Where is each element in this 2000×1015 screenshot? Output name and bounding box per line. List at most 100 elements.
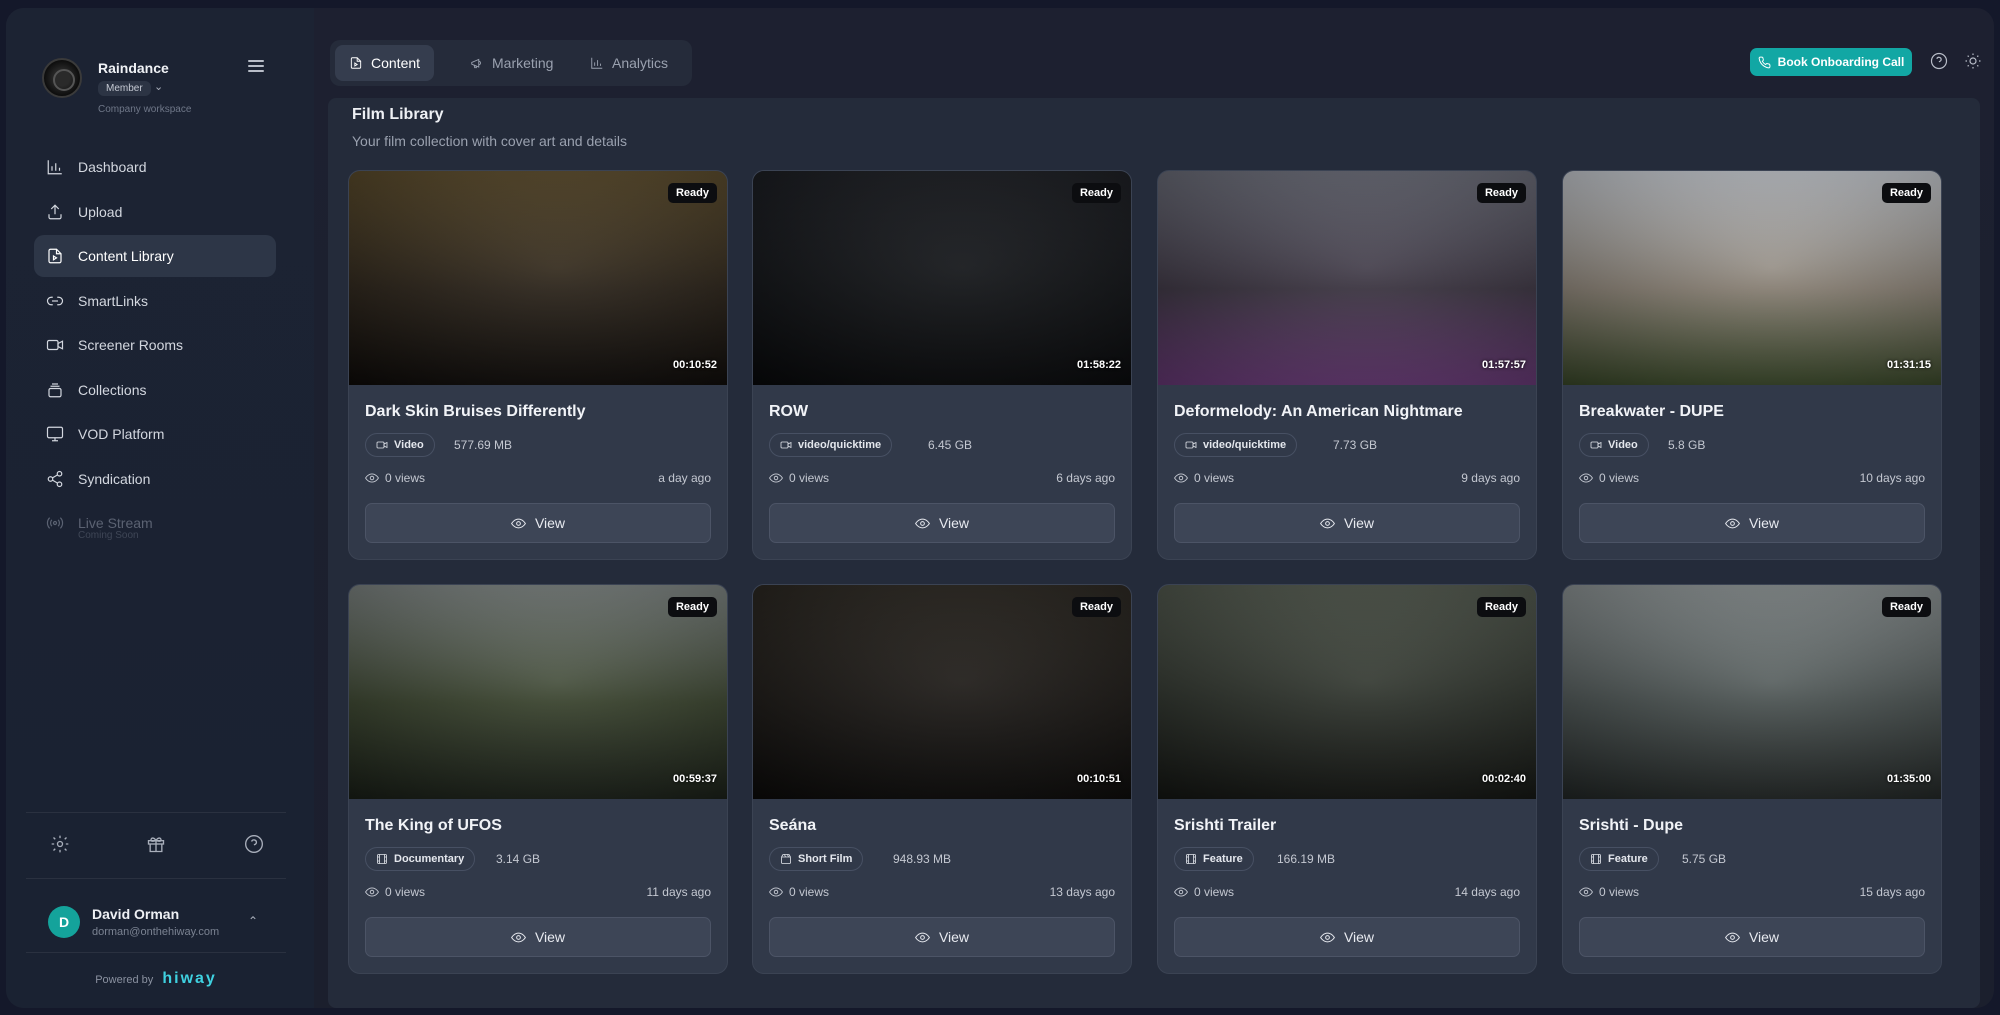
view-button[interactable]: View (769, 917, 1115, 957)
tab-analytics[interactable]: Analytics (576, 45, 682, 81)
film-card[interactable]: Ready 00:02:40 Srishti Trailer Feature 1… (1157, 584, 1537, 974)
film-thumbnail[interactable]: Ready 01:31:15 (1563, 171, 1941, 385)
sidebar-item-label: SmartLinks (78, 292, 149, 309)
view-button[interactable]: View (365, 917, 711, 957)
views-label: 0 views (1194, 885, 1235, 899)
sun-theme-icon[interactable] (1964, 52, 1984, 72)
sidebar-item-vod-platform[interactable]: VOD Platform (34, 413, 276, 455)
sidebar-item-syndication[interactable]: Syndication (34, 458, 276, 500)
sidebar-item-label: Live Stream (78, 515, 153, 531)
sidebar-item-upload[interactable]: Upload (34, 191, 276, 233)
help-circle-icon[interactable] (1930, 52, 1950, 72)
type-chip: Short Film (769, 847, 864, 871)
film-icon (1186, 854, 1196, 864)
status-badge: Ready (1476, 183, 1526, 203)
user-menu[interactable]: D David Orman dorman@onthehiway.com ⌃ (42, 898, 276, 946)
view-button[interactable]: View (1579, 503, 1925, 543)
tab-label: Analytics (612, 55, 669, 71)
sidebar-item-dashboard[interactable]: Dashboard (34, 146, 276, 188)
top-tabs: Content Marketing Analytics (330, 40, 692, 86)
divider (26, 952, 286, 953)
sidebar-item-content-library[interactable]: Content Library (34, 235, 276, 277)
tab-content[interactable]: Content (335, 45, 435, 81)
view-button[interactable]: View (1174, 503, 1520, 543)
sidebar-item-screener-rooms[interactable]: Screener Rooms (34, 324, 276, 366)
film-thumbnail[interactable]: Ready 00:10:52 (349, 171, 727, 385)
upload-age: 14 days ago (1454, 885, 1520, 899)
file-size: 948.93 MB (893, 852, 952, 866)
type-chip: video/quicktime (769, 433, 893, 457)
upload-age: 13 days ago (1049, 885, 1115, 899)
views-label: 0 views (789, 471, 830, 485)
video-icon (780, 441, 792, 449)
view-button-label: View (1343, 515, 1375, 531)
hamburger-menu-icon[interactable] (248, 60, 264, 72)
views-label: 0 views (1599, 885, 1640, 899)
film-icon (377, 854, 387, 864)
upload-age: 11 days ago (646, 885, 712, 899)
views-label: 0 views (385, 885, 426, 899)
film-title: ROW (769, 403, 809, 420)
workspace-switcher[interactable]: Raindance Member ⌄ Company workspace (42, 52, 312, 115)
film-thumbnail[interactable]: Ready 01:57:57 (1158, 171, 1536, 385)
user-name: David Orman (92, 906, 180, 922)
settings-gear-icon[interactable] (50, 834, 72, 856)
film-title: Srishti - Dupe (1579, 817, 1684, 834)
workspace-logo (42, 58, 82, 98)
eye-icon (915, 518, 930, 528)
type-label: Feature (1203, 853, 1243, 865)
divider (26, 812, 286, 813)
film-card[interactable]: Ready 00:59:37 The King of UFOS Document… (348, 584, 728, 974)
type-chip: Feature (1579, 847, 1659, 871)
film-card[interactable]: Ready 01:57:57 Deformelody: An American … (1157, 170, 1537, 560)
type-label: video/quicktime (1203, 439, 1287, 451)
chevron-down-icon[interactable]: ⌄ (154, 80, 163, 93)
sidebar-item-collections[interactable]: Collections (34, 369, 276, 411)
film-card[interactable]: Ready 00:10:51 Seána Short Film 948.93 M… (752, 584, 1132, 974)
views-label: 0 views (1194, 471, 1235, 485)
status-badge: Ready (1881, 183, 1931, 203)
button-label: Book Onboarding Call (1777, 55, 1905, 69)
film-thumbnail[interactable]: Ready 01:58:22 (753, 171, 1131, 385)
help-circle-icon[interactable] (244, 834, 266, 856)
film-thumbnail[interactable]: Ready 01:35:00 (1563, 585, 1941, 799)
type-chip: Documentary (365, 847, 476, 871)
collections-icon (46, 381, 64, 399)
film-thumbnail[interactable]: Ready 00:59:37 (349, 585, 727, 799)
film-thumbnail[interactable]: Ready 00:10:51 (753, 585, 1131, 799)
broadcast-icon (46, 514, 64, 532)
duration-label: 00:10:52 (672, 359, 717, 371)
view-button-label: View (534, 515, 566, 531)
eye-icon (1174, 887, 1188, 897)
eye-icon (1174, 473, 1188, 483)
chevron-up-icon[interactable]: ⌃ (248, 914, 258, 928)
duration-label: 01:57:57 (1481, 359, 1526, 371)
book-onboarding-call-button[interactable]: Book Onboarding Call (1750, 48, 1912, 76)
gift-icon[interactable] (146, 834, 168, 856)
view-button-label: View (938, 515, 970, 531)
view-count: 0 views (1174, 885, 1234, 899)
view-count: 0 views (1174, 471, 1234, 485)
upload-age: 6 days ago (1056, 471, 1115, 485)
duration-label: 01:35:00 (1886, 773, 1931, 785)
film-thumbnail[interactable]: Ready 00:02:40 (1158, 585, 1536, 799)
powered-by-label: Powered by (95, 974, 154, 986)
film-card[interactable]: Ready 01:35:00 Srishti - Dupe Feature 5.… (1562, 584, 1942, 974)
eye-icon (1320, 518, 1335, 528)
tab-marketing[interactable]: Marketing (456, 45, 567, 81)
view-count: 0 views (769, 885, 829, 899)
monitor-icon (46, 425, 64, 443)
view-button[interactable]: View (1174, 917, 1520, 957)
sidebar-item-label: Content Library (78, 248, 174, 264)
film-card[interactable]: Ready 01:58:22 ROW video/quicktime 6.45 … (752, 170, 1132, 560)
sidebar-item-smartlinks[interactable]: SmartLinks (34, 280, 276, 322)
eye-icon (365, 473, 379, 483)
view-button[interactable]: View (769, 503, 1115, 543)
film-card[interactable]: Ready 01:31:15 Breakwater - DUPE Video 5… (1562, 170, 1942, 560)
view-button[interactable]: View (1579, 917, 1925, 957)
video-icon (1590, 441, 1602, 449)
film-card[interactable]: Ready 00:10:52 Dark Skin Bruises Differe… (348, 170, 728, 560)
type-chip: Video (1579, 433, 1649, 457)
sidebar-item-label: Syndication (78, 470, 151, 487)
view-button[interactable]: View (365, 503, 711, 543)
